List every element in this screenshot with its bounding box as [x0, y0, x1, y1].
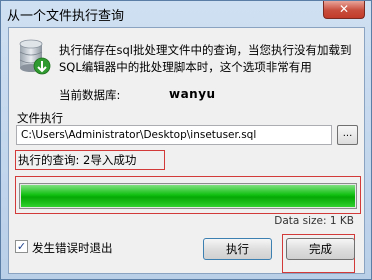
stop-on-error-checkbox[interactable]: ✓: [15, 240, 28, 253]
result-status: 执行的查询: 2导入成功: [15, 150, 165, 170]
finish-button[interactable]: 完成: [286, 238, 355, 260]
data-size-label: Data size: 1 KB: [274, 215, 354, 227]
progress-fill: [21, 185, 355, 207]
checkmark-icon: ✓: [16, 240, 27, 253]
progress-bar: [19, 183, 357, 209]
file-path-input[interactable]: C:\Users\Administrator\Desktop\insetuser…: [16, 125, 332, 145]
title-bar[interactable]: 从一个文件执行查询 ✕: [1, 1, 371, 25]
window-title: 从一个文件执行查询: [7, 9, 125, 24]
browse-button[interactable]: ...: [337, 125, 358, 145]
stop-on-error-label[interactable]: 发生错误时退出: [32, 240, 113, 256]
execute-button[interactable]: 执行: [203, 238, 272, 260]
current-db-label: 当前数据库:: [59, 88, 121, 102]
file-label: 文件执行: [17, 111, 63, 125]
database-icon: [19, 39, 51, 75]
close-button[interactable]: ✕: [323, 1, 365, 19]
close-icon: ✕: [338, 2, 350, 16]
current-db-value: wanyu: [169, 87, 216, 101]
dialog-body: 执行储存在sql批处理文件中的查询，当您执行没有加载到SQL编辑器中的批处理脚本…: [8, 27, 365, 274]
dialog-window: 从一个文件执行查询 ✕ 执行储存在sql批处理文件中的查询，当您执行没有加载到S…: [0, 0, 372, 280]
description-text: 执行储存在sql批处理文件中的查询，当您执行没有加载到SQL编辑器中的批处理脚本…: [59, 43, 352, 74]
